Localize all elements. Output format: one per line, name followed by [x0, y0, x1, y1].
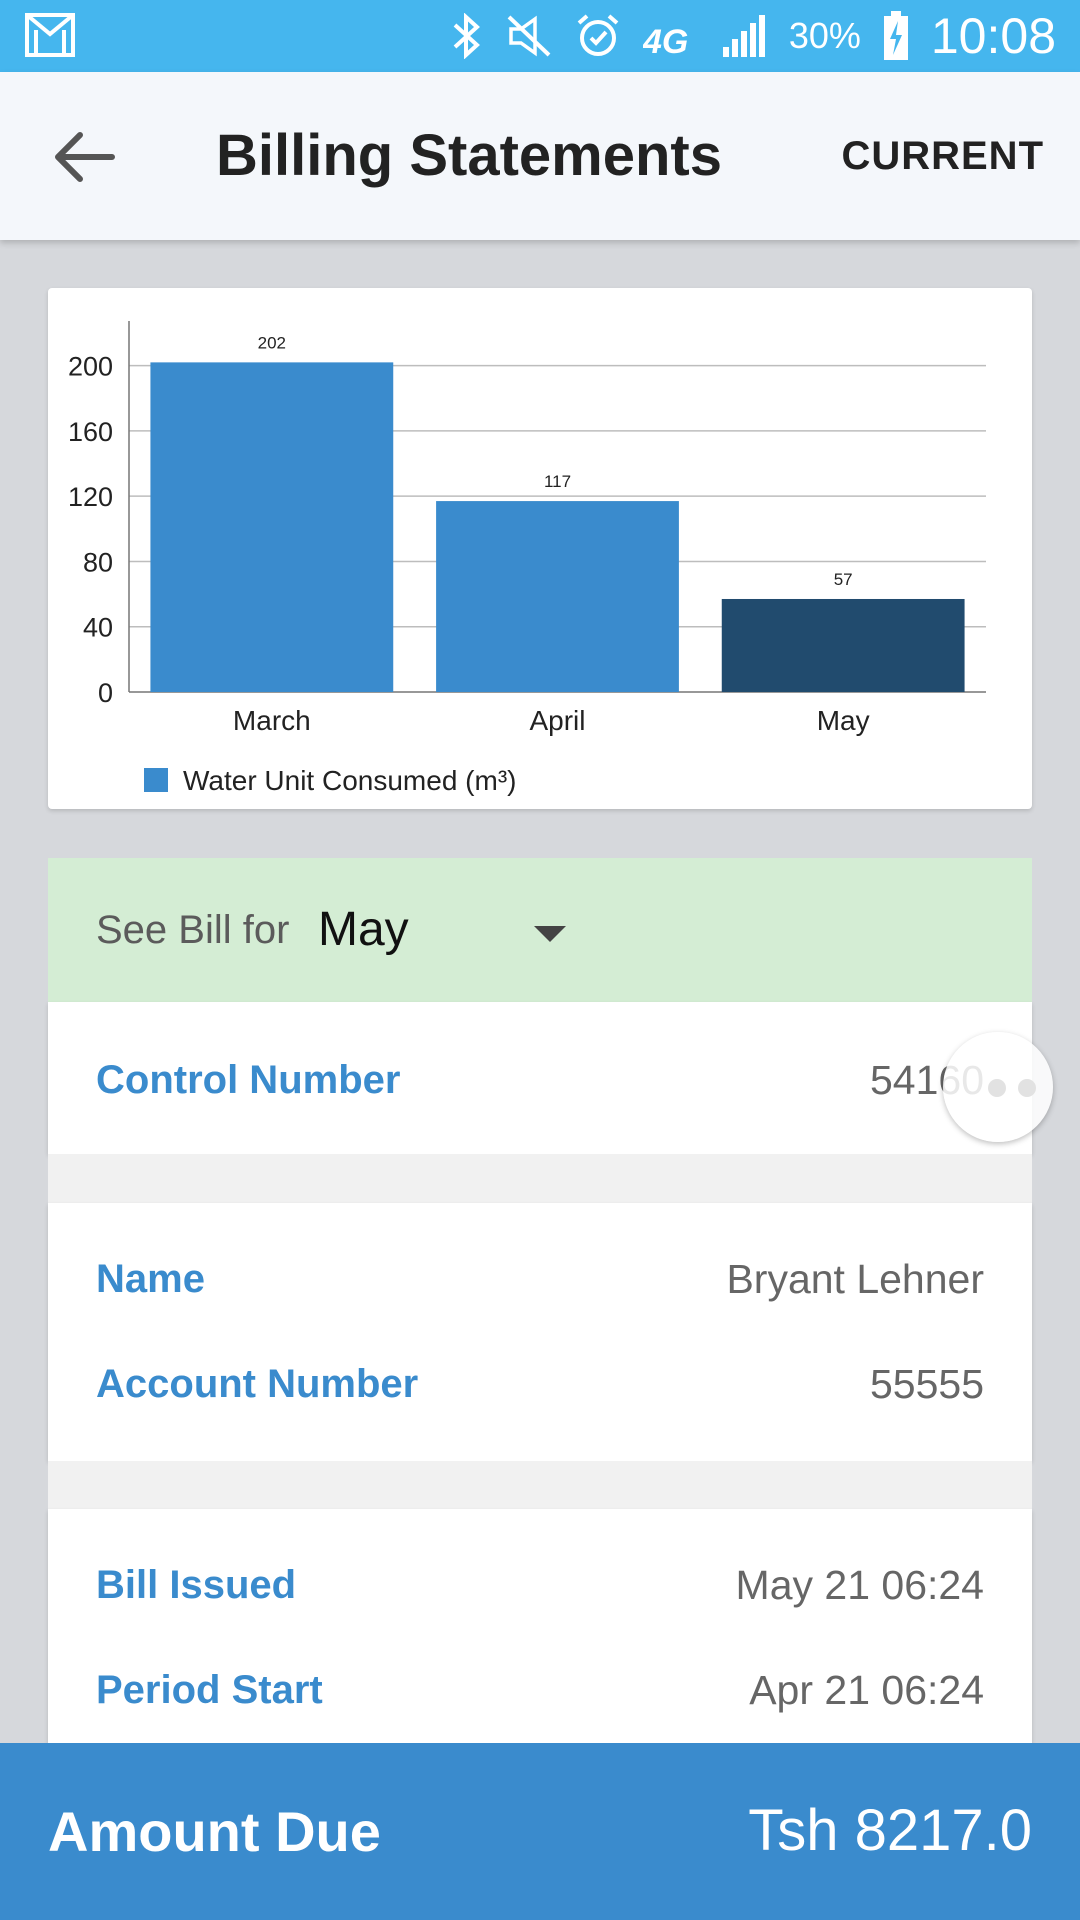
battery-percent: 30% [788, 15, 861, 56]
bar [721, 598, 965, 692]
account-number-value: 55555 [869, 1361, 984, 1407]
page-title: Billing Statements [216, 123, 722, 188]
amount-due-bar: Amount Due Tsh 8217.0 [0, 1743, 1080, 1920]
bar [436, 501, 679, 692]
divider [48, 1461, 1032, 1509]
arrow-back-icon [55, 132, 115, 182]
period-start-label: Period Start [96, 1668, 323, 1712]
signal-icon [721, 13, 767, 59]
data-label: 57 [834, 570, 853, 589]
amount-due-value: Tsh 8217.0 [748, 1798, 1032, 1863]
y-tick-label: 80 [83, 547, 113, 577]
legend-label: Water Unit Consumed (m³) [183, 765, 516, 796]
bill-issued-value: May 21 06:24 [735, 1562, 984, 1608]
current-button[interactable]: CURRENT [841, 134, 1044, 179]
4g-icon: 4G [643, 13, 699, 59]
account-number-label: Account Number [96, 1362, 419, 1406]
gmail-icon [24, 12, 76, 58]
y-tick-label: 200 [68, 352, 113, 382]
y-tick-label: 0 [98, 678, 113, 708]
mute-icon [505, 13, 553, 59]
name-label: Name [96, 1257, 205, 1301]
bluetooth-icon [449, 13, 483, 59]
period-start-value: Apr 21 06:24 [749, 1667, 984, 1713]
svg-text:4G: 4G [643, 23, 688, 59]
bar [150, 362, 394, 692]
amount-due-label: Amount Due [48, 1800, 381, 1863]
data-label: 202 [258, 333, 286, 352]
y-tick-label: 160 [68, 417, 113, 447]
control-number-label: Control Number [96, 1058, 401, 1102]
chevron-down-icon[interactable] [534, 926, 566, 942]
bill-issued-label: Bill Issued [96, 1563, 297, 1607]
name-value: Bryant Lehner [726, 1256, 984, 1302]
legend-swatch [144, 768, 168, 792]
y-tick-label: 40 [83, 613, 113, 643]
app-bar: Billing Statements CURRENT [0, 72, 1080, 240]
x-tick-label: March [233, 705, 311, 736]
back-button[interactable] [50, 127, 120, 187]
bill-month-dropdown[interactable]: May [318, 902, 409, 957]
alarm-icon [575, 13, 621, 59]
divider [48, 1154, 1032, 1203]
y-tick-label: 120 [68, 482, 113, 512]
status-bar: 4G 30% 10:08 [0, 0, 1080, 72]
account-info-card: Name Bryant Lehner Account Number 55555 [48, 1203, 1032, 1461]
battery-charging-icon [883, 11, 909, 61]
consumption-chart-card: 0 40 80 120 160 200 202 March 117 April 57 May Water… [48, 288, 1032, 809]
consumption-chart: 0 40 80 120 160 200 202 March 117 April 57 May Water… [68, 321, 986, 796]
x-tick-label: May [817, 705, 870, 736]
floating-action-button[interactable] [943, 1032, 1053, 1142]
bill-selector-label: See Bill for [96, 908, 290, 952]
bill-selector: See Bill for May [48, 858, 1032, 1002]
clock: 10:08 [930, 8, 1056, 64]
x-tick-label: April [529, 705, 585, 736]
data-label: 117 [544, 472, 571, 491]
control-number-card: Control Number 54160 [48, 1002, 1032, 1154]
